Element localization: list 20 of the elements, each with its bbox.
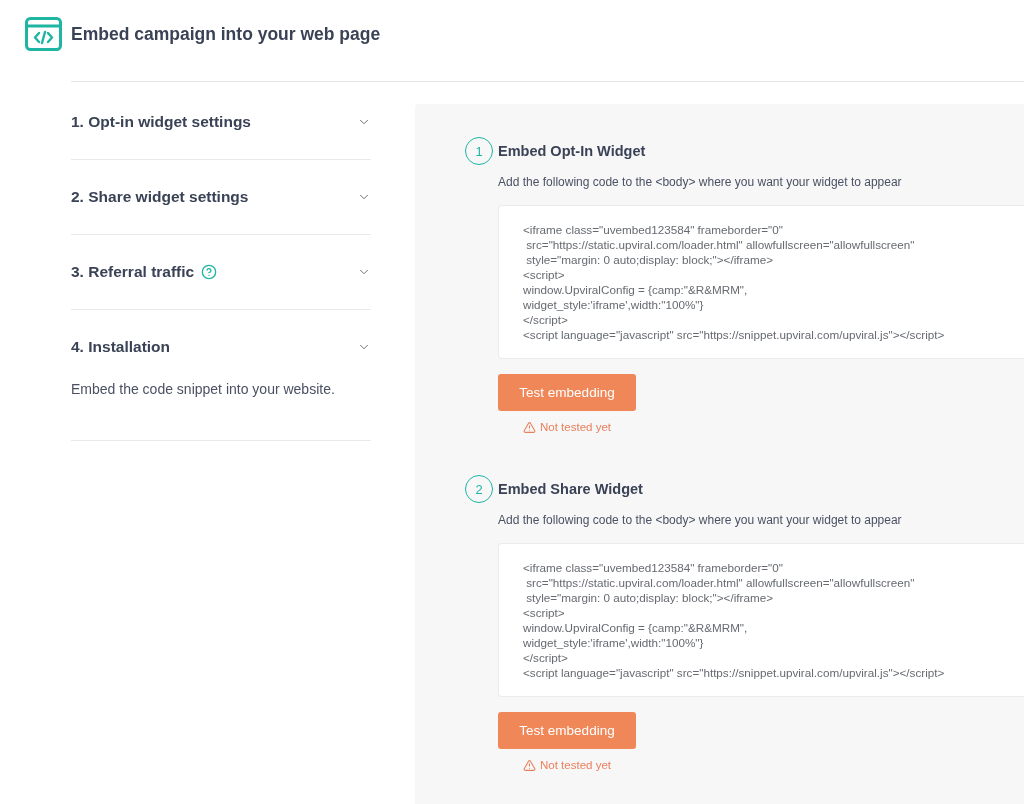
accordion-title: 1. Opt-in widget settings xyxy=(71,113,251,131)
accordion-title: 4. Installation xyxy=(71,338,171,356)
code-snippet: <iframe class="uvembed123584" frameborder="0" src="https://static.upviral.com/loader.html" allowfullscreen="allowfullscreen" style="margin: 0 auto;display: block;"></iframe> <script> window.UpviralConfig = {camp:"&R&MRM", widget_style:'iframe',width:"100%"} </script> <script language="javascript" src="https://snippet.upviral.com/upviral.js"></script> xyxy=(523,222,946,342)
accordion-header[interactable]: 4. Installation xyxy=(71,337,371,357)
code-window-icon xyxy=(25,17,62,51)
step-instruction: Add the following code to the <body> where you want your widget to appear xyxy=(498,174,903,190)
code-snippet: <iframe class="uvembed123584" frameborder="0" src="https://static.upviral.com/loader.html" allowfullscreen="allowfullscreen" style="margin: 0 auto;display: block;"></iframe> <script> window.UpviralConfig = {camp:"&R&MRM", widget_style:'iframe',width:"100%"} </script> <script language="javascript" src="https://snippet.upviral.com/upviral.js"></script> xyxy=(523,560,946,680)
test-status: Not tested yet xyxy=(540,421,611,433)
accordion-title: 2. Share widget settings xyxy=(71,188,249,206)
accordion-header[interactable]: 2. Share widget settings xyxy=(71,187,371,207)
section-description: Embed the code snippet into your website. xyxy=(71,381,336,397)
accordion-header[interactable]: 3. Referral traffic xyxy=(71,262,371,282)
page-title: Embed campaign into your web page xyxy=(71,23,381,46)
help-icon[interactable] xyxy=(201,264,218,280)
step-instruction: Add the following code to the <body> where you want your widget to appear xyxy=(498,512,903,528)
step-title: Embed Opt-In Widget xyxy=(498,143,646,159)
test-status: Not tested yet xyxy=(540,759,611,771)
accordion-title: 3. Referral traffic xyxy=(71,263,195,281)
step-title: Embed Share Widget xyxy=(498,481,643,497)
accordion-header[interactable]: 1. Opt-in widget settings xyxy=(71,112,371,132)
